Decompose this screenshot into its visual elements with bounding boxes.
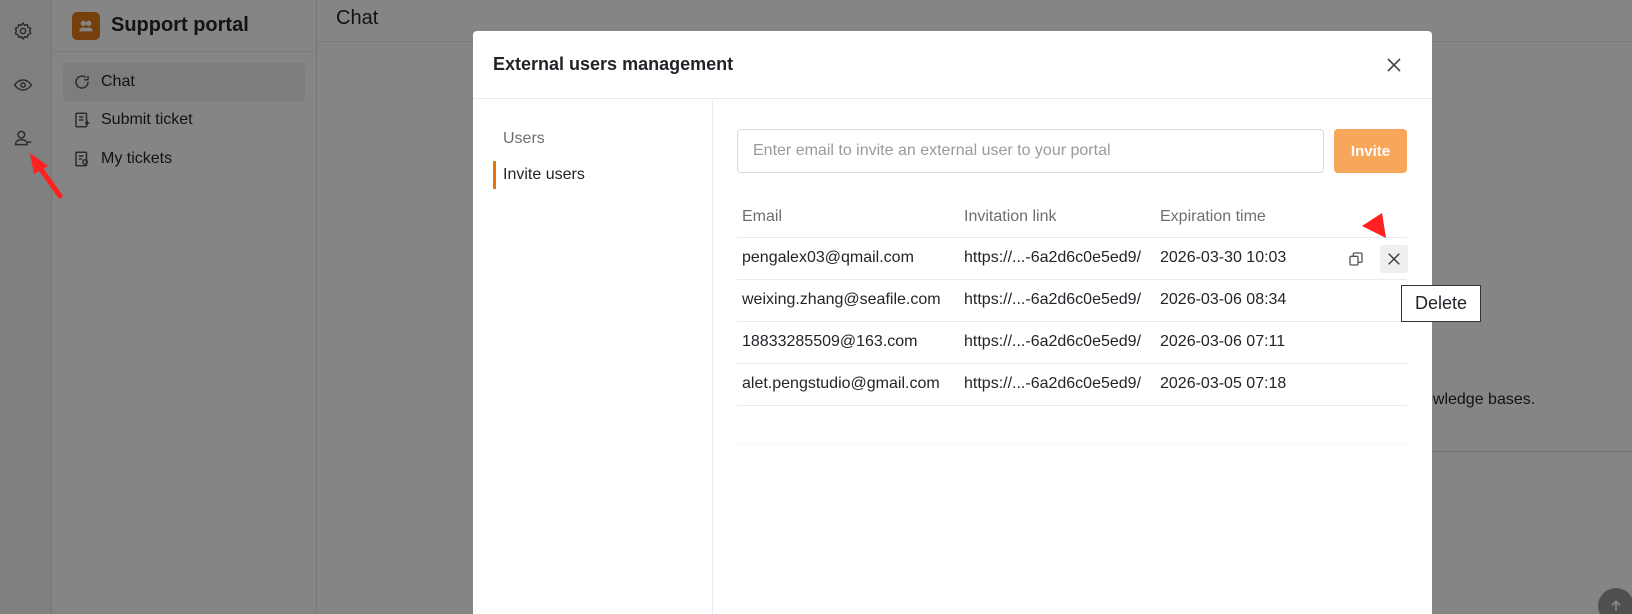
delete-tooltip: Delete — [1401, 285, 1481, 322]
table-header: Email Invitation link Expiration time — [737, 196, 1407, 238]
row-email: alet.pengstudio@gmail.com — [742, 375, 940, 392]
delete-invitation-button[interactable] — [1380, 245, 1408, 273]
row-invitation-link[interactable]: https://...-6a2d6c0e5ed9/ — [964, 333, 1141, 351]
invite-button[interactable]: Invite — [1334, 129, 1407, 173]
close-icon — [1387, 58, 1401, 72]
column-header-invitation-link: Invitation link — [964, 208, 1057, 225]
close-icon — [1388, 253, 1400, 265]
table-row: 18833285509@163.com https://...-6a2d6c0e… — [737, 322, 1407, 364]
modal-title: External users management — [493, 54, 734, 74]
annotation-arrow-icon — [1362, 213, 1386, 238]
close-button[interactable] — [1382, 53, 1406, 77]
row-expiration: 2026-03-30 10:03 — [1160, 249, 1287, 266]
modal-nav: Users Invite users — [473, 100, 713, 614]
annotation-arrow-icon — [30, 153, 63, 199]
row-expiration: 2026-03-05 07:18 — [1160, 375, 1287, 392]
row-actions — [1342, 245, 1408, 273]
row-invitation-link[interactable]: https://...-6a2d6c0e5ed9/ — [964, 291, 1141, 309]
nav-item-invite-users[interactable]: Invite users — [493, 161, 585, 189]
external-users-modal: External users management Users Invite u… — [473, 31, 1432, 614]
table-end-divider — [737, 443, 1407, 444]
column-header-expiration: Expiration time — [1160, 208, 1266, 225]
modal-header: External users management — [473, 31, 1432, 99]
row-invitation-link[interactable]: https://...-6a2d6c0e5ed9/ — [964, 249, 1141, 267]
row-expiration: 2026-03-06 07:11 — [1160, 333, 1286, 350]
row-invitation-link[interactable]: https://...-6a2d6c0e5ed9/ — [964, 375, 1141, 393]
invitations-table: Email Invitation link Expiration time pe… — [737, 196, 1408, 406]
table-row: pengalex03@qmail.com https://...-6a2d6c0… — [737, 238, 1408, 280]
table-row: weixing.zhang@seafile.com https://...-6a… — [737, 280, 1407, 322]
copy-link-button[interactable] — [1342, 245, 1370, 273]
invite-email-input[interactable] — [737, 129, 1324, 173]
row-email: weixing.zhang@seafile.com — [742, 291, 941, 308]
nav-item-users[interactable]: Users — [493, 125, 545, 153]
row-email: pengalex03@qmail.com — [742, 249, 914, 266]
table-row: alet.pengstudio@gmail.com https://...-6a… — [737, 364, 1407, 406]
column-header-email: Email — [742, 208, 783, 225]
row-expiration: 2026-03-06 08:34 — [1160, 291, 1287, 308]
row-email: 18833285509@163.com — [742, 333, 918, 350]
copy-icon — [1349, 252, 1363, 266]
